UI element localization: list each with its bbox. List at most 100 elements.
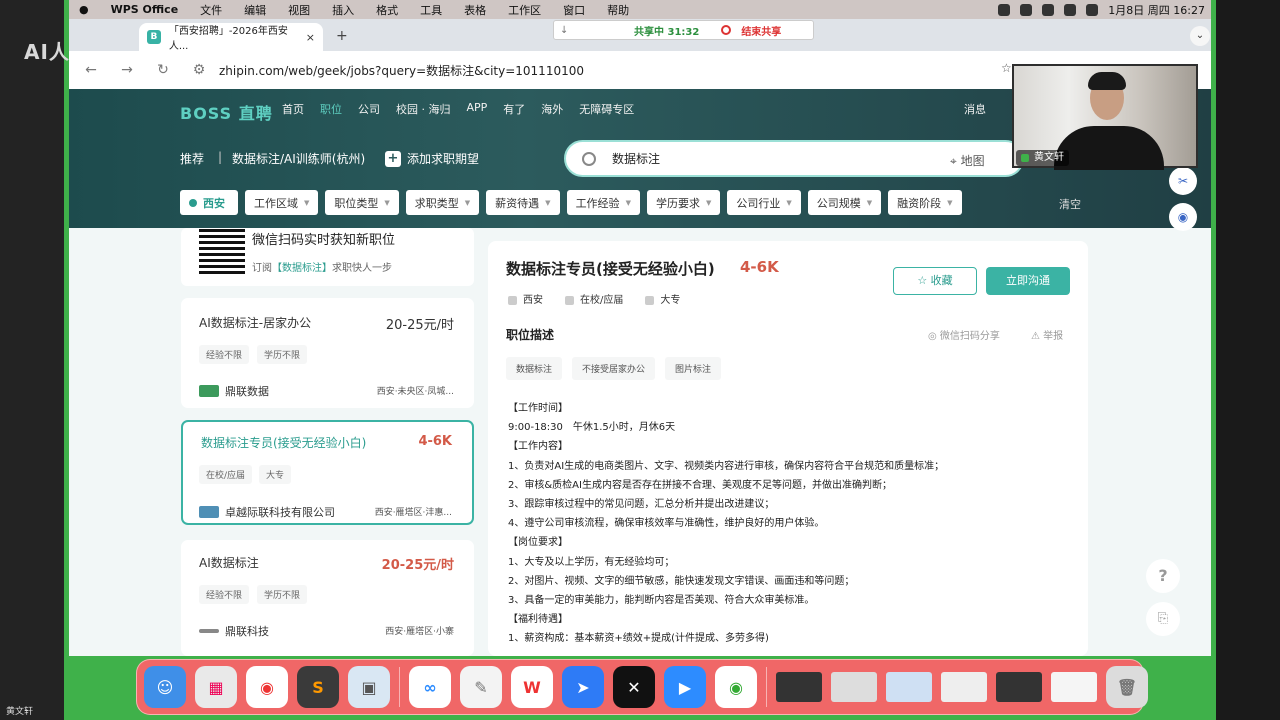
chat-now-button[interactable]: 立即沟通 [986,267,1070,295]
filter-seek-type[interactable]: 求职类型 ▼ [405,190,480,215]
end-share-button[interactable]: 结束共享 [741,23,781,38]
window-thumbnail[interactable] [831,672,877,702]
url-field[interactable]: zhipin.com/web/geek/jobs?query=数据标注&city… [219,62,584,79]
nav-messages[interactable]: 消息 [964,101,986,117]
wps-icon[interactable]: W [511,666,553,708]
job-location: 西安·雁塔区·小寨 [385,627,454,637]
filter-industry[interactable]: 公司行业 ▼ [727,190,801,215]
section-title: 职位描述 [506,328,555,342]
window-thumbnail[interactable] [941,672,987,702]
site-info-icon[interactable]: ⚙ [185,62,213,78]
filter-area[interactable]: 工作区域 ▼ [245,190,319,215]
filter-job-type[interactable]: 职位类型 ▼ [325,190,399,215]
filter-company-size[interactable]: 公司规模 ▼ [807,190,882,215]
chevron-down-icon: ▼ [705,198,712,207]
scissors-icon[interactable]: ✂ [1169,167,1197,195]
company[interactable]: 鼎联科技 [199,623,269,639]
search-input[interactable]: 数据标注 [612,150,660,167]
filter-experience[interactable]: 工作经验 ▼ [566,190,640,215]
help-button[interactable]: ? [1146,559,1180,593]
status-icon-2[interactable] [1020,4,1033,16]
status-icon-1[interactable] [998,4,1011,16]
nav-jobs[interactable]: 职位 [320,101,342,117]
job-description: 【工作时间】 9:00-18:30 午休1.5小时，月休6天 【工作内容】 1、… [508,399,1078,649]
add-intent-button[interactable]: + 添加求职期望 [385,150,479,167]
expected-job[interactable]: 数据标注/AI训练师(杭州) [232,150,365,167]
tab-title: 「西安招聘」-2026年西安人... [168,26,288,52]
nav-overseas[interactable]: 海外 [541,101,563,117]
sublime-icon[interactable]: S [297,666,339,708]
nav-youle[interactable]: 有了 [503,101,525,117]
reload-icon[interactable]: ↻ [149,62,177,78]
menubar-datetime[interactable]: 1月8日 周四 16:27 [1108,2,1205,18]
menu-item-tools[interactable]: 工具 [420,2,442,18]
forward-icon[interactable]: → [113,62,141,78]
tab-search-icon[interactable]: ⌄ [1190,26,1210,46]
zoom-icon[interactable]: ▶ [664,666,706,708]
textedit-icon[interactable]: ✎ [460,666,502,708]
job-title: AI数据标注 [199,556,259,570]
boss-logo[interactable]: BOSS 直聘 [180,100,273,124]
nav-campus[interactable]: 校园 · 海归 [396,101,451,117]
wifi-icon[interactable] [1064,4,1077,16]
clear-filters-button[interactable]: 清空 [1059,196,1081,212]
baidu-netdisk-icon[interactable]: ∞ [409,666,451,708]
finder-icon[interactable]: ☺ [144,666,186,708]
menu-app-name[interactable]: WPS Office [111,3,179,16]
menu-item-window[interactable]: 窗口 [563,2,585,18]
map-button[interactable]: ⌖ 地图 [950,152,985,169]
job-card-selected[interactable]: 数据标注专员(接受无经验小白) 4-6K 在校/应届 大专 卓越际联科技有限公司… [181,420,474,525]
apple-icon[interactable]: ● [79,3,89,16]
download-icon[interactable]: ↓ [560,25,574,36]
filter-city[interactable]: 西安 [180,190,238,215]
preview-icon[interactable]: ▣ [348,666,390,708]
menu-item-workspace[interactable]: 工作区 [508,2,541,18]
filter-funding[interactable]: 融资阶段 ▼ [888,190,962,215]
capcut-icon[interactable]: ✕ [613,666,655,708]
job-card[interactable]: AI数据标注 20-25元/时 经验不限 学历不限 鼎联科技 西安·雁塔区·小寨 [181,540,474,656]
menu-item-format[interactable]: 格式 [376,2,398,18]
menu-item-view[interactable]: 视图 [288,2,310,18]
detail-meta: 西安 在校/应届 大专 [508,291,680,306]
report-button[interactable]: ⚠ 举报 [1031,327,1063,342]
new-tab-button[interactable]: + [336,28,348,44]
filter-salary[interactable]: 薪资待遇 ▼ [486,190,560,215]
trash-icon[interactable]: 🗑 [1106,666,1148,708]
recommend-label[interactable]: 推荐 [180,150,204,167]
chrome-2-icon[interactable]: ◉ [715,666,757,708]
status-icon-3[interactable] [1042,4,1055,16]
window-thumbnail[interactable] [1051,672,1097,702]
search-icon[interactable] [1086,4,1099,16]
job-card[interactable]: AI数据标注-居家办公 20-25元/时 经验不限 学历不限 鼎联数据 西安·未… [181,298,474,408]
chrome-icon[interactable]: ◉ [246,666,288,708]
nav-company[interactable]: 公司 [358,101,380,117]
chevron-down-icon: ▼ [625,198,631,207]
wechat-share-button[interactable]: ◎ 微信扫码分享 [928,327,1000,342]
nav-accessibility[interactable]: 无障碍专区 [579,101,634,117]
company[interactable]: 鼎联数据 [199,383,269,399]
tab-close-icon[interactable]: × [306,31,315,44]
back-icon[interactable]: ← [77,62,105,78]
browser-tab[interactable]: B 「西安招聘」-2026年西安人... × [139,23,323,52]
launchpad-icon[interactable]: ▦ [195,666,237,708]
menu-item-edit[interactable]: 编辑 [244,2,266,18]
company[interactable]: 卓越际联科技有限公司 [199,504,335,520]
job-search-box[interactable]: 数据标注 ⌖ 地图 [564,140,1024,177]
menu-item-insert[interactable]: 插入 [332,2,354,18]
filter-education[interactable]: 学历要求 ▼ [646,190,721,215]
favorite-button[interactable]: ☆ 收藏 [893,267,977,295]
nav-app[interactable]: APP [467,101,488,117]
company-logo-icon [199,629,219,633]
bookmark-star-icon[interactable]: ☆ [1001,61,1012,75]
clipboard-button[interactable]: ⎘ [1146,602,1180,636]
window-thumbnail[interactable] [776,672,822,702]
assistant-icon[interactable]: ◉ [1169,203,1197,231]
feishu-icon[interactable]: ➤ [562,666,604,708]
window-thumbnail[interactable] [886,672,932,702]
share-status: 共享中 31:32 [634,26,700,38]
window-thumbnail[interactable] [996,672,1042,702]
menu-item-file[interactable]: 文件 [200,2,222,18]
nav-home[interactable]: 首页 [282,101,304,117]
menu-item-table[interactable]: 表格 [464,2,486,18]
menu-item-help[interactable]: 帮助 [607,2,629,18]
